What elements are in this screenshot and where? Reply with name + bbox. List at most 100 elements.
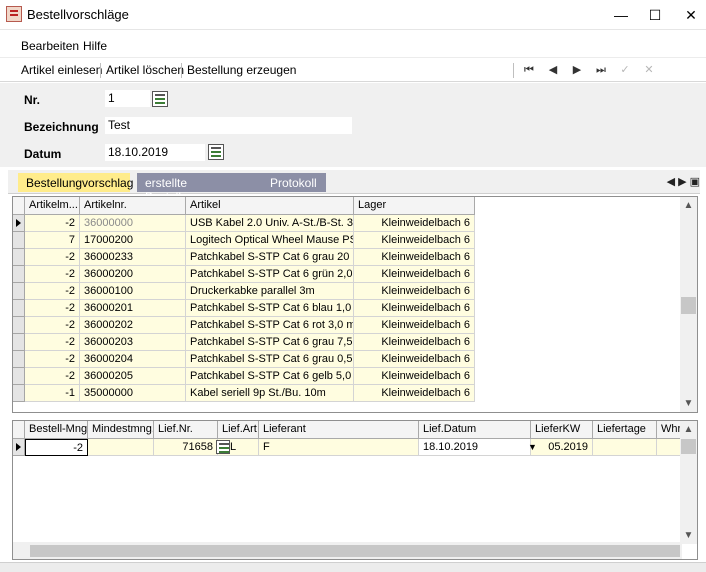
artikel-cell[interactable]: Kabel seriell 9p St./Bu. 10m [186,385,354,402]
column-header-mindestmng[interactable]: Mindestmng. [88,421,154,439]
upper-vertical-scrollbar[interactable]: ▲ ▼ [680,197,697,412]
lager-cell[interactable]: Kleinweidelbach 6 [354,317,475,334]
current-row-marker[interactable] [13,215,25,232]
lager-cell[interactable]: Kleinweidelbach 6 [354,215,475,232]
lager-cell[interactable]: Kleinweidelbach 6 [354,249,475,266]
column-header-bestell-mng[interactable]: Bestell-Mng. [25,421,88,439]
table-row[interactable]: 7 17000200 Logitech Optical Wheel Mause PS… [13,232,475,249]
artikelmenge-cell[interactable]: -2 [25,215,80,232]
table-row[interactable]: -2 36000200 Patchkabel S-STP Cat 6 grün 2,… [13,266,475,283]
row-header[interactable] [13,300,25,317]
bezeichnung-field[interactable]: Test [105,117,352,134]
table-row[interactable]: -2 36000202 Patchkabel S-STP Cat 6 rot 3,0… [13,317,475,334]
artikel-einlesen-button[interactable]: Artikel einlesen [21,63,102,77]
menu-hilfe[interactable]: Hilfe [83,39,107,53]
artikel-cell[interactable]: Druckerkabke parallel 3m [186,283,354,300]
artikelnr-cell[interactable]: 36000100 [80,283,186,300]
column-header-whr[interactable]: Whr [657,421,682,439]
scroll-down-icon[interactable]: ▼ [680,395,697,412]
table-row[interactable]: -2 36000233 Patchkabel S-STP Cat 6 grau 20… [13,249,475,266]
column-header-lieferant[interactable]: Lieferant [259,421,419,439]
supplier-lookup-icon[interactable] [216,440,230,454]
horizontal-scrollbar[interactable] [13,542,682,559]
lager-cell[interactable]: Kleinweidelbach 6 [354,283,475,300]
liefertage-cell[interactable] [593,439,657,456]
dropdown-chevron-icon[interactable]: ▼ [528,439,537,455]
artikel-cell[interactable]: USB Kabel 2.0 Univ. A-St./B-St. 3m [186,215,354,232]
artikel-loeschen-button[interactable]: Artikel löschen [106,63,184,77]
table-row[interactable]: -2 36000201 Patchkabel S-STP Cat 6 blau 1,… [13,300,475,317]
artikelnr-cell[interactable]: 36000202 [80,317,186,334]
lager-cell[interactable]: Kleinweidelbach 6 [354,334,475,351]
artikelnr-cell[interactable]: 36000233 [80,249,186,266]
first-record-icon[interactable]: ⏮ [521,62,537,78]
artikelmenge-cell[interactable]: -1 [25,385,80,402]
artikelmenge-cell[interactable]: -2 [25,300,80,317]
row-header[interactable] [13,351,25,368]
artikel-cell[interactable]: Patchkabel S-STP Cat 6 rot 3,0 m [186,317,354,334]
column-header-artikelmenge[interactable]: Artikelm... [25,197,80,215]
tab-scroll-controls[interactable]: ◀ ▶ ▣ [655,173,700,191]
minimize-button[interactable]: — [611,6,631,24]
lager-cell[interactable]: Kleinweidelbach 6 [354,385,475,402]
lieferkw-cell[interactable]: 05.2019 [531,439,593,456]
column-header-lieferkw[interactable]: LieferKW [531,421,593,439]
lief-nr-cell[interactable]: 71658 [154,439,218,456]
scroll-up-icon[interactable]: ▲ [680,197,697,214]
row-header[interactable] [13,385,25,402]
column-header-lager[interactable]: Lager [354,197,475,215]
lager-cell[interactable]: Kleinweidelbach 6 [354,232,475,249]
lager-cell[interactable]: Kleinweidelbach 6 [354,300,475,317]
table-row[interactable]: -1 35000000 Kabel seriell 9p St./Bu. 10m Kl… [13,385,475,402]
menu-bearbeiten[interactable]: Bearbeiten [21,39,79,53]
table-row[interactable]: -2 36000205 Patchkabel S-STP Cat 6 gelb 5,… [13,368,475,385]
tab-bestellungvorschlag[interactable]: Bestellungvorschlag [18,173,133,192]
artikelnr-cell[interactable]: 36000000 [80,215,186,232]
artikel-cell[interactable]: Patchkabel S-STP Cat 6 grün 2,0 m [186,266,354,283]
artikelmenge-cell[interactable]: -2 [25,334,80,351]
row-header[interactable] [13,317,25,334]
table-row[interactable]: -2 36000203 Patchkabel S-STP Cat 6 grau 7,… [13,334,475,351]
lookup-icon[interactable] [152,91,168,107]
artikel-cell[interactable]: Patchkabel S-STP Cat 6 gelb 5,0 m [186,368,354,385]
row-header[interactable] [13,266,25,283]
artikelmenge-cell[interactable]: -2 [25,266,80,283]
artikelnr-cell[interactable]: 36000204 [80,351,186,368]
previous-record-icon[interactable]: ◀ [545,62,561,78]
artikel-cell[interactable]: Patchkabel S-STP Cat 6 grau 0,5m [186,351,354,368]
artikelmenge-cell[interactable]: -2 [25,283,80,300]
lief-datum-cell[interactable]: 18.10.2019 ▼ [419,439,537,456]
scroll-up-icon[interactable]: ▲ [680,421,697,438]
column-header-liefertage[interactable]: Liefertage [593,421,657,439]
cancel-icon[interactable]: ✕ [641,62,657,78]
scroll-down-icon[interactable]: ▼ [680,527,697,544]
row-header[interactable] [13,283,25,300]
bestell-mng-cell[interactable]: -2 [25,439,88,456]
scroll-thumb[interactable] [681,439,696,454]
artikelmenge-cell[interactable]: -2 [25,317,80,334]
artikelnr-cell[interactable]: 36000200 [80,266,186,283]
datum-field[interactable]: 18.10.2019 [105,144,205,161]
column-header-lief-art[interactable]: Lief.Art [218,421,259,439]
lager-cell[interactable]: Kleinweidelbach 6 [354,368,475,385]
tab-erstellte-bestellungen[interactable]: erstellte Bestellungen [137,173,262,204]
lower-vertical-scrollbar[interactable]: ▲ ▼ [680,421,697,544]
column-header-artikelnr[interactable]: Artikelnr. [80,197,186,215]
table-row[interactable]: -2 36000204 Patchkabel S-STP Cat 6 grau 0,… [13,351,475,368]
mindestmng-cell[interactable] [88,439,154,456]
whr-cell[interactable] [657,439,682,456]
next-record-icon[interactable]: ▶ [569,62,585,78]
column-header-lief-nr[interactable]: Lief.Nr. [154,421,218,439]
artikelnr-cell[interactable]: 36000203 [80,334,186,351]
horizontal-scroll-thumb[interactable] [30,545,680,557]
tab-protokoll[interactable]: Protokoll [262,173,326,192]
table-row[interactable]: -2 36000000 USB Kabel 2.0 Univ. A-St./B-St… [13,215,475,232]
calendar-icon[interactable] [208,144,224,160]
bestellung-erzeugen-button[interactable]: Bestellung erzeugen [187,63,296,77]
confirm-icon[interactable]: ✓ [617,62,633,78]
row-header[interactable] [13,249,25,266]
artikel-cell[interactable]: Logitech Optical Wheel Mause PS2 [186,232,354,249]
nr-field[interactable]: 1 [105,90,150,107]
row-header[interactable] [13,334,25,351]
lager-cell[interactable]: Kleinweidelbach 6 [354,266,475,283]
